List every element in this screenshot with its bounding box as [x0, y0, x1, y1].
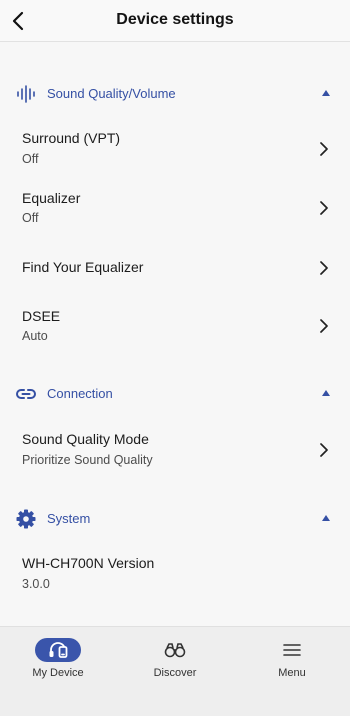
row-find-eq-title: Find Your Equalizer [22, 259, 144, 275]
nav-my-device-label: My Device [32, 667, 84, 679]
row-surround-title: Surround (VPT) [22, 130, 121, 146]
section-label-system: System [47, 511, 91, 526]
chevron-right-icon [320, 319, 328, 333]
row-dsee-title: DSEE [22, 308, 61, 324]
top-bar: Device settings [0, 0, 350, 42]
row-version-title: WH-CH700N Version [22, 555, 155, 571]
row-equalizer-value: Off [22, 211, 39, 225]
nav-discover-label: Discover [153, 667, 197, 679]
link-icon [14, 382, 38, 406]
chevron-right-icon [320, 261, 328, 275]
caret-up-icon [322, 90, 330, 96]
row-dsee-value: Auto [22, 329, 48, 343]
row-sound-quality-mode-value: Prioritize Sound Quality [22, 453, 153, 467]
row-equalizer[interactable]: Equalizer Off [0, 180, 350, 236]
page-title: Device settings [116, 11, 234, 28]
caret-up-icon [322, 390, 330, 396]
nav-my-device[interactable]: My Device [0, 627, 116, 716]
chevron-right-icon [320, 142, 328, 156]
row-surround-value: Off [22, 152, 39, 166]
device-settings-screen: Device settings Sound Quality/Volume Sur… [0, 0, 350, 716]
row-find-your-equalizer[interactable]: Find Your Equalizer [0, 249, 350, 289]
nav-menu-label: Menu [278, 667, 306, 679]
row-version-value: 3.0.0 [22, 577, 50, 591]
section-header-sound-quality[interactable]: Sound Quality/Volume [0, 79, 350, 109]
chevron-right-icon [320, 201, 328, 215]
chevron-right-icon [320, 443, 328, 457]
caret-up-icon [322, 515, 330, 521]
binoculars-icon [164, 643, 186, 658]
row-version: WH-CH700N Version 3.0.0 [0, 546, 350, 602]
row-sound-quality-mode[interactable]: Sound Quality Mode Prioritize Sound Qual… [0, 421, 350, 477]
bottom-nav: My Device Discover Menu [0, 626, 350, 716]
section-header-system[interactable]: System [0, 504, 350, 534]
section-label-sound-quality: Sound Quality/Volume [47, 86, 176, 101]
sound-wave-icon [14, 82, 38, 106]
nav-discover-icon-wrap [152, 638, 198, 662]
nav-menu[interactable]: Menu [234, 627, 350, 716]
row-dsee[interactable]: DSEE Auto [0, 299, 350, 355]
hamburger-menu-icon [283, 644, 301, 656]
section-label-connection: Connection [47, 386, 113, 401]
nav-discover[interactable]: Discover [117, 627, 233, 716]
row-equalizer-title: Equalizer [22, 190, 81, 206]
headphones-icon [49, 642, 68, 658]
nav-menu-icon-wrap [269, 638, 315, 662]
nav-my-device-pill [35, 638, 81, 662]
gear-icon [14, 507, 38, 531]
section-header-connection[interactable]: Connection [0, 379, 350, 409]
row-surround[interactable]: Surround (VPT) Off [0, 120, 350, 176]
row-sound-quality-mode-title: Sound Quality Mode [22, 431, 149, 447]
